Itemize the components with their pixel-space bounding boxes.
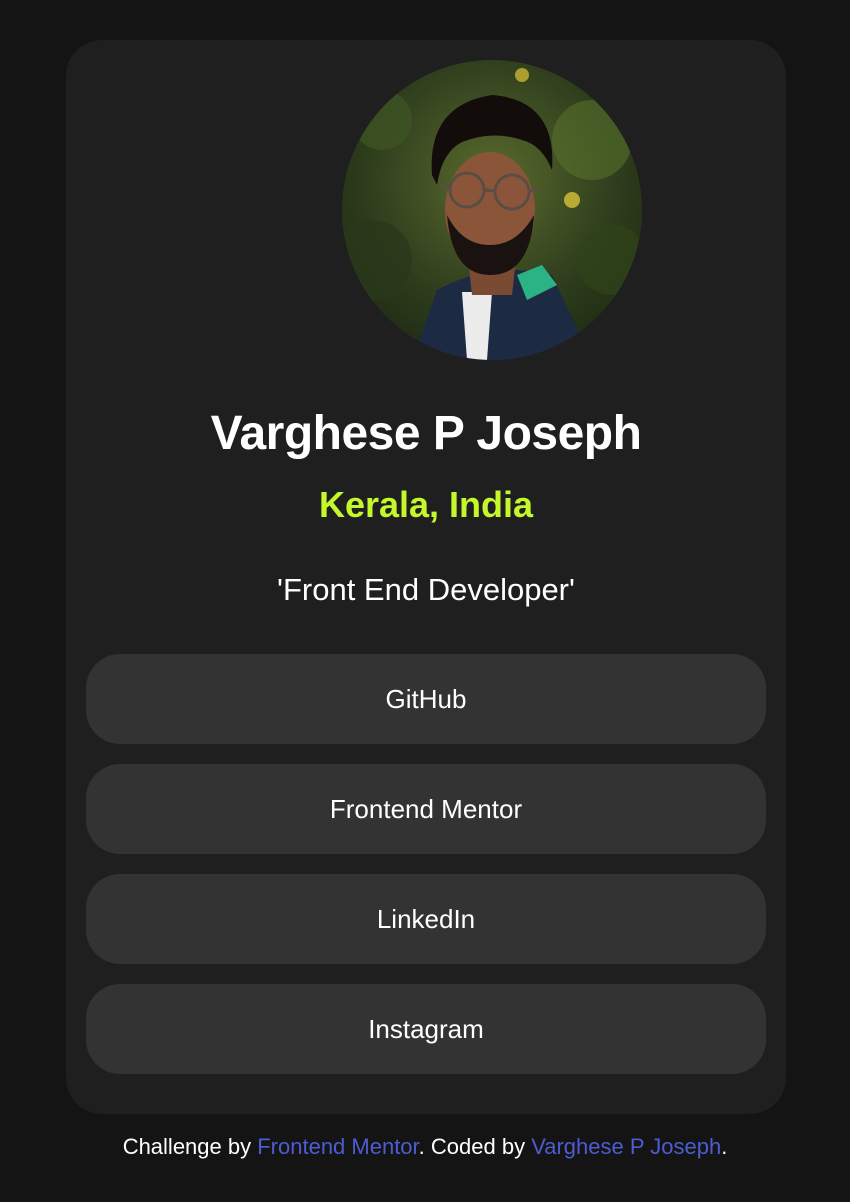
github-link-button[interactable]: GitHub bbox=[86, 654, 766, 744]
profile-name: Varghese P Joseph bbox=[210, 407, 642, 460]
avatar-photo bbox=[342, 60, 642, 360]
footer-middle: . Coded by bbox=[418, 1134, 532, 1159]
footer-prefix: Challenge by bbox=[122, 1134, 258, 1159]
author-footer-link[interactable]: Varghese P Joseph bbox=[531, 1134, 721, 1159]
attribution-footer: Challenge by Frontend Mentor. Coded by V… bbox=[0, 1134, 850, 1160]
profile-card: Varghese P Joseph Kerala, India 'Front E… bbox=[66, 40, 786, 1114]
profile-location: Kerala, India bbox=[318, 484, 534, 525]
frontend-mentor-link-button[interactable]: Frontend Mentor bbox=[86, 764, 766, 854]
avatar bbox=[342, 60, 642, 360]
linkedin-link-button[interactable]: LinkedIn bbox=[86, 874, 766, 964]
social-links: GitHub Frontend Mentor LinkedIn Instagra… bbox=[86, 654, 766, 1094]
instagram-link-button[interactable]: Instagram bbox=[86, 984, 766, 1074]
profile-tagline: 'Front End Developer' bbox=[277, 572, 575, 607]
frontend-mentor-footer-link[interactable]: Frontend Mentor bbox=[257, 1134, 418, 1159]
footer-suffix: . bbox=[721, 1134, 728, 1159]
